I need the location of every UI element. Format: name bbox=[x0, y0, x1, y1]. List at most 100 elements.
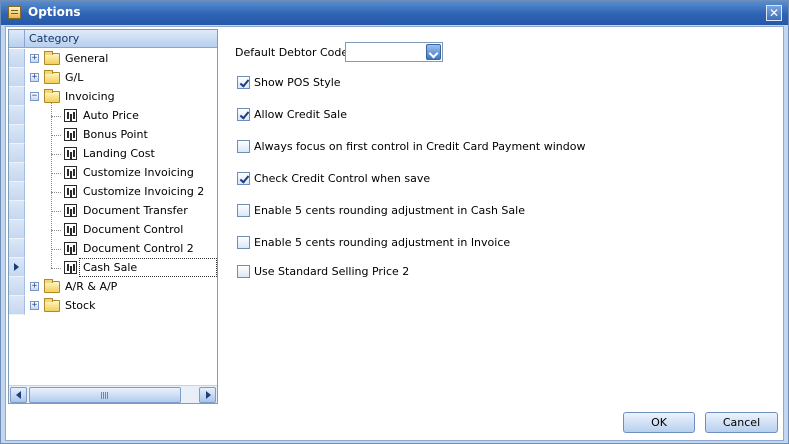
setting-checkbox-label[interactable]: Show POS Style bbox=[254, 76, 341, 89]
options-window-icon bbox=[8, 6, 21, 19]
title-bar[interactable]: Options ✕ bbox=[1, 1, 788, 25]
scroll-right-button[interactable] bbox=[199, 387, 216, 403]
settings-page-icon bbox=[64, 261, 77, 274]
checkbox-checked[interactable] bbox=[237, 76, 250, 89]
category-tree[interactable]: Category + General + G/L − Invoicing Auto Pric… bbox=[8, 29, 218, 404]
expand-icon[interactable]: + bbox=[30, 73, 39, 82]
tree-row[interactable]: Customize Invoicing bbox=[9, 163, 217, 182]
row-indicator[interactable] bbox=[9, 125, 25, 144]
tree-row[interactable]: + Stock bbox=[9, 296, 217, 315]
checkbox-unchecked[interactable] bbox=[237, 140, 250, 153]
tree-node-label: Stock bbox=[65, 299, 96, 312]
setting-checkbox-label[interactable]: Enable 5 cents rounding adjustment in Ca… bbox=[254, 204, 525, 217]
tree-row[interactable]: Document Control bbox=[9, 220, 217, 239]
tree-node-label: Bonus Point bbox=[83, 128, 148, 141]
tree-node-label: G/L bbox=[65, 71, 84, 84]
row-indicator[interactable] bbox=[9, 277, 25, 296]
tree-connector bbox=[51, 192, 61, 193]
settings-page-icon bbox=[64, 128, 77, 141]
row-indicator[interactable] bbox=[9, 106, 25, 125]
expand-icon[interactable]: + bbox=[30, 54, 39, 63]
tree-row[interactable]: Auto Price bbox=[9, 106, 217, 125]
tree-row[interactable]: Customize Invoicing 2 bbox=[9, 182, 217, 201]
row-indicator[interactable] bbox=[9, 49, 25, 68]
folder-icon bbox=[44, 70, 60, 84]
settings-page-icon bbox=[64, 185, 77, 198]
row-indicator[interactable] bbox=[9, 239, 25, 258]
options-window: Options ✕ Category + General + G/L − Invoicin… bbox=[0, 0, 789, 444]
row-indicator[interactable] bbox=[9, 144, 25, 163]
tree-row[interactable]: Bonus Point bbox=[9, 125, 217, 144]
checkbox-unchecked[interactable] bbox=[237, 265, 250, 278]
row-indicator[interactable] bbox=[9, 220, 25, 239]
tree-row[interactable]: + General bbox=[9, 49, 217, 68]
row-indicator[interactable] bbox=[9, 182, 25, 201]
window-title: Options bbox=[28, 5, 81, 19]
tree-row[interactable]: Document Control 2 bbox=[9, 239, 217, 258]
folder-icon bbox=[44, 279, 60, 293]
row-indicator[interactable] bbox=[9, 201, 25, 220]
row-indicator[interactable] bbox=[9, 87, 25, 106]
header-indicator-cell bbox=[9, 30, 25, 48]
folder-icon bbox=[44, 298, 60, 312]
tree-node-label: Customize Invoicing 2 bbox=[83, 185, 205, 198]
tree-node-label: Document Control 2 bbox=[83, 242, 194, 255]
horizontal-scrollbar[interactable] bbox=[9, 385, 217, 403]
tree-connector bbox=[51, 211, 61, 212]
row-indicator[interactable] bbox=[9, 68, 25, 87]
cancel-button[interactable]: Cancel bbox=[705, 412, 778, 433]
folder-icon bbox=[44, 51, 60, 65]
current-row-indicator[interactable] bbox=[9, 258, 25, 277]
setting-checkbox-label[interactable]: Enable 5 cents rounding adjustment in In… bbox=[254, 236, 510, 249]
expand-icon[interactable]: + bbox=[30, 282, 39, 291]
chevron-down-icon[interactable] bbox=[426, 44, 441, 60]
expand-icon[interactable]: + bbox=[30, 301, 39, 310]
settings-page-icon bbox=[64, 147, 77, 160]
close-icon: ✕ bbox=[768, 6, 780, 20]
default-debtor-code-label: Default Debtor Code: bbox=[235, 46, 352, 59]
setting-checkbox-label[interactable]: Always focus on first control in Credit … bbox=[254, 140, 585, 153]
tree-row[interactable]: + G/L bbox=[9, 68, 217, 87]
tree-connector-vertical bbox=[51, 103, 52, 268]
checkbox-unchecked[interactable] bbox=[237, 236, 250, 249]
settings-page-icon bbox=[64, 166, 77, 179]
scrollbar-thumb[interactable] bbox=[29, 387, 181, 403]
tree-node-label: Document Control bbox=[83, 223, 184, 236]
ok-button[interactable]: OK bbox=[623, 412, 695, 433]
client-area: Category + General + G/L − Invoicing Auto Pric… bbox=[5, 26, 784, 441]
tree-connector bbox=[51, 154, 61, 155]
tree-row[interactable]: + A/R & A/P bbox=[9, 277, 217, 296]
settings-page-icon bbox=[64, 109, 77, 122]
tree-node-label: Customize Invoicing bbox=[83, 166, 194, 179]
setting-checkbox-label[interactable]: Allow Credit Sale bbox=[254, 108, 347, 121]
default-debtor-code-combo[interactable] bbox=[345, 42, 443, 62]
tree-connector bbox=[51, 230, 61, 231]
tree-connector bbox=[51, 249, 61, 250]
scroll-left-button[interactable] bbox=[10, 387, 27, 403]
tree-connector bbox=[51, 268, 61, 269]
tree-connector bbox=[51, 135, 61, 136]
row-indicator[interactable] bbox=[9, 163, 25, 182]
folder-icon bbox=[44, 89, 60, 103]
tree-connector bbox=[51, 116, 61, 117]
tree-row[interactable]: Landing Cost bbox=[9, 144, 217, 163]
tree-node-label: Document Transfer bbox=[83, 204, 188, 217]
checkbox-checked[interactable] bbox=[237, 172, 250, 185]
tree-header[interactable]: Category bbox=[9, 30, 217, 48]
settings-page-icon bbox=[64, 204, 77, 217]
settings-page-icon bbox=[64, 223, 77, 236]
checkbox-checked[interactable] bbox=[237, 108, 250, 121]
row-indicator[interactable] bbox=[9, 296, 25, 315]
checkbox-unchecked[interactable] bbox=[237, 204, 250, 217]
tree-row[interactable]: Document Transfer bbox=[9, 201, 217, 220]
tree-connector bbox=[51, 173, 61, 174]
tree-header-label: Category bbox=[29, 32, 80, 45]
close-button[interactable]: ✕ bbox=[766, 5, 782, 21]
settings-page-icon bbox=[64, 242, 77, 255]
setting-checkbox-label[interactable]: Use Standard Selling Price 2 bbox=[254, 265, 409, 278]
tree-row[interactable]: Cash Sale bbox=[9, 258, 217, 277]
tree-node-label: Landing Cost bbox=[83, 147, 155, 160]
collapse-icon[interactable]: − bbox=[30, 92, 39, 101]
tree-row[interactable]: − Invoicing bbox=[9, 87, 217, 106]
setting-checkbox-label[interactable]: Check Credit Control when save bbox=[254, 172, 430, 185]
